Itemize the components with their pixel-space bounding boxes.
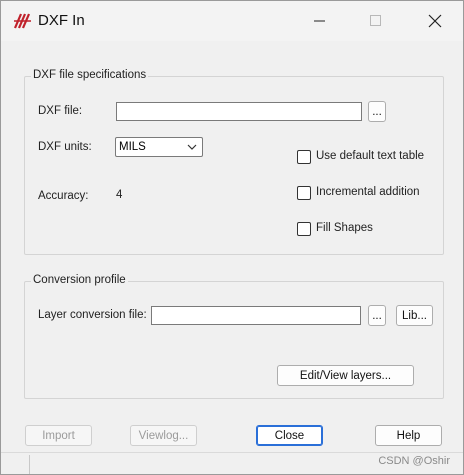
- viewlog-button[interactable]: Viewlog...: [130, 425, 197, 446]
- import-button[interactable]: Import: [25, 425, 92, 446]
- allegro-icon: [13, 13, 31, 29]
- fill-shapes-checkbox[interactable]: [297, 222, 311, 236]
- dxf-units-value: MILS: [119, 141, 146, 153]
- dxf-units-select[interactable]: MILS: [115, 137, 203, 157]
- fill-shapes-label[interactable]: Fill Shapes: [316, 222, 373, 234]
- minimize-button[interactable]: [297, 1, 343, 41]
- minimize-icon: [314, 20, 325, 22]
- maximize-button: [353, 1, 399, 41]
- maximize-icon: [370, 15, 381, 26]
- help-button[interactable]: Help: [375, 425, 442, 446]
- layer-conversion-file-label: Layer conversion file:: [38, 309, 147, 321]
- dxf-units-label: DXF units:: [38, 141, 92, 153]
- close-icon: [428, 14, 442, 28]
- chevron-down-icon: [187, 144, 197, 150]
- use-default-text-table-checkbox[interactable]: [297, 150, 311, 164]
- title-bar: DXF In: [1, 1, 463, 41]
- dxf-specs-group-label: DXF file specifications: [31, 69, 149, 81]
- lib-button[interactable]: Lib...: [396, 305, 433, 326]
- conversion-profile-group-label: Conversion profile: [31, 274, 128, 286]
- watermark: CSDN @Oshir: [378, 455, 450, 467]
- dxf-in-dialog: DXF In DXF file specifications DXF file:…: [0, 0, 464, 475]
- layer-conversion-file-input[interactable]: [151, 306, 361, 325]
- accuracy-label: Accuracy:: [38, 190, 89, 202]
- dxf-file-label: DXF file:: [38, 105, 83, 117]
- close-window-button[interactable]: [412, 1, 458, 41]
- dxf-file-input[interactable]: [116, 102, 362, 121]
- close-button[interactable]: Close: [256, 425, 323, 446]
- window-title: DXF In: [38, 12, 85, 29]
- layer-file-browse-button[interactable]: ...: [368, 305, 386, 326]
- status-bar-divider: [29, 455, 30, 474]
- accuracy-value: 4: [116, 189, 123, 201]
- incremental-addition-checkbox[interactable]: [297, 186, 311, 200]
- use-default-text-table-label[interactable]: Use default text table: [316, 150, 424, 162]
- edit-view-layers-button[interactable]: Edit/View layers...: [277, 365, 414, 386]
- incremental-addition-label[interactable]: Incremental addition: [316, 186, 420, 198]
- dxf-file-browse-button[interactable]: ...: [368, 101, 386, 122]
